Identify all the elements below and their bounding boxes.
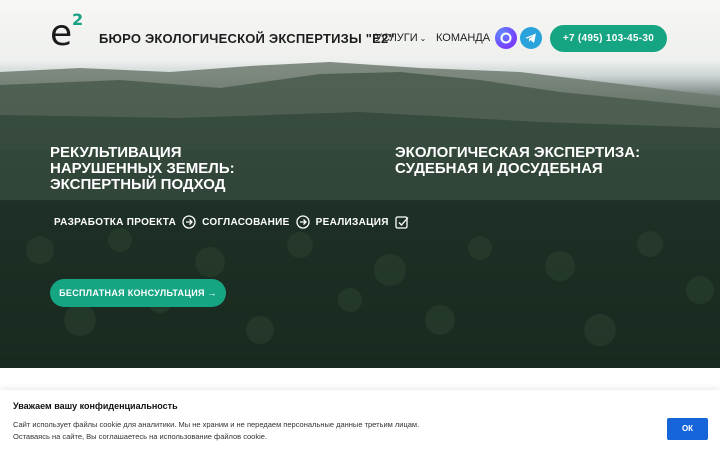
heading-line: ЭКОЛОГИЧЕСКАЯ ЭКСПЕРТИЗА: <box>395 144 641 161</box>
cookie-text-line: Сайт использует файлы cookie для аналити… <box>13 420 420 429</box>
step-label: РАЗРАБОТКА ПРОЕКТА <box>54 216 177 228</box>
arrow-circle-icon <box>296 215 310 229</box>
heading-line: НАРУШЕННЫХ ЗЕМЕЛЬ: <box>50 160 235 177</box>
logo[interactable]: e 2 <box>50 12 90 54</box>
heading-line: СУДЕБНАЯ И ДОСУДЕБНАЯ <box>395 160 603 177</box>
brand-name[interactable]: БЮРО ЭКОЛОГИЧЕСКОЙ ЭКСПЕРТИЗЫ "E2" <box>99 31 395 46</box>
check-square-icon <box>395 215 409 229</box>
process-steps: РАЗРАБОТКА ПРОЕКТА СОГЛАСОВАНИЕ РЕАЛИЗАЦ… <box>54 213 409 231</box>
hero-right-heading: ЭКОЛОГИЧЕСКАЯ ЭКСПЕРТИЗА: СУДЕБНАЯ И ДОС… <box>395 145 675 177</box>
cookie-title: Уважаем вашу конфиденциальность <box>13 401 178 411</box>
site-header: e 2 БЮРО ЭКОЛОГИЧЕСКОЙ ЭКСПЕРТИЗЫ "E2" У… <box>0 0 720 78</box>
cookie-text-line: Оставаясь на сайте, Вы соглашаетесь на и… <box>13 432 268 441</box>
max-messenger-icon[interactable] <box>495 27 517 49</box>
step-label: РЕАЛИЗАЦИЯ <box>315 216 389 228</box>
heading-line: РЕКУЛЬТИВАЦИЯ <box>50 144 182 161</box>
nav-services-label: УСЛУГИ <box>375 32 418 44</box>
chevron-down-icon: ⌄ <box>419 34 427 43</box>
heading-line: ЭКСПЕРТНЫЙ ПОДХОД <box>50 176 226 193</box>
arrow-circle-icon <box>182 215 196 229</box>
cookie-ok-button[interactable]: ОК <box>667 418 708 440</box>
phone-button[interactable]: +7 (495) 103-45-30 <box>550 25 667 52</box>
telegram-icon[interactable] <box>520 27 542 49</box>
hero-left-heading: РЕКУЛЬТИВАЦИЯ НАРУШЕННЫХ ЗЕМЕЛЬ: ЭКСПЕРТ… <box>50 145 280 193</box>
cookie-banner: Уважаем вашу конфиденциальность Сайт исп… <box>0 390 720 450</box>
logo-superscript: 2 <box>72 10 84 29</box>
logo-letter: e <box>50 13 73 54</box>
free-consultation-button[interactable]: БЕСПЛАТНАЯ КОНСУЛЬТАЦИЯ → <box>50 279 226 307</box>
cookie-text: Сайт использует файлы cookie для аналити… <box>13 419 433 443</box>
nav-team[interactable]: КОМАНДА <box>436 32 490 44</box>
step-label: СОГЛАСОВАНИЕ <box>202 216 290 228</box>
nav-services[interactable]: УСЛУГИ ⌄ <box>375 32 426 44</box>
